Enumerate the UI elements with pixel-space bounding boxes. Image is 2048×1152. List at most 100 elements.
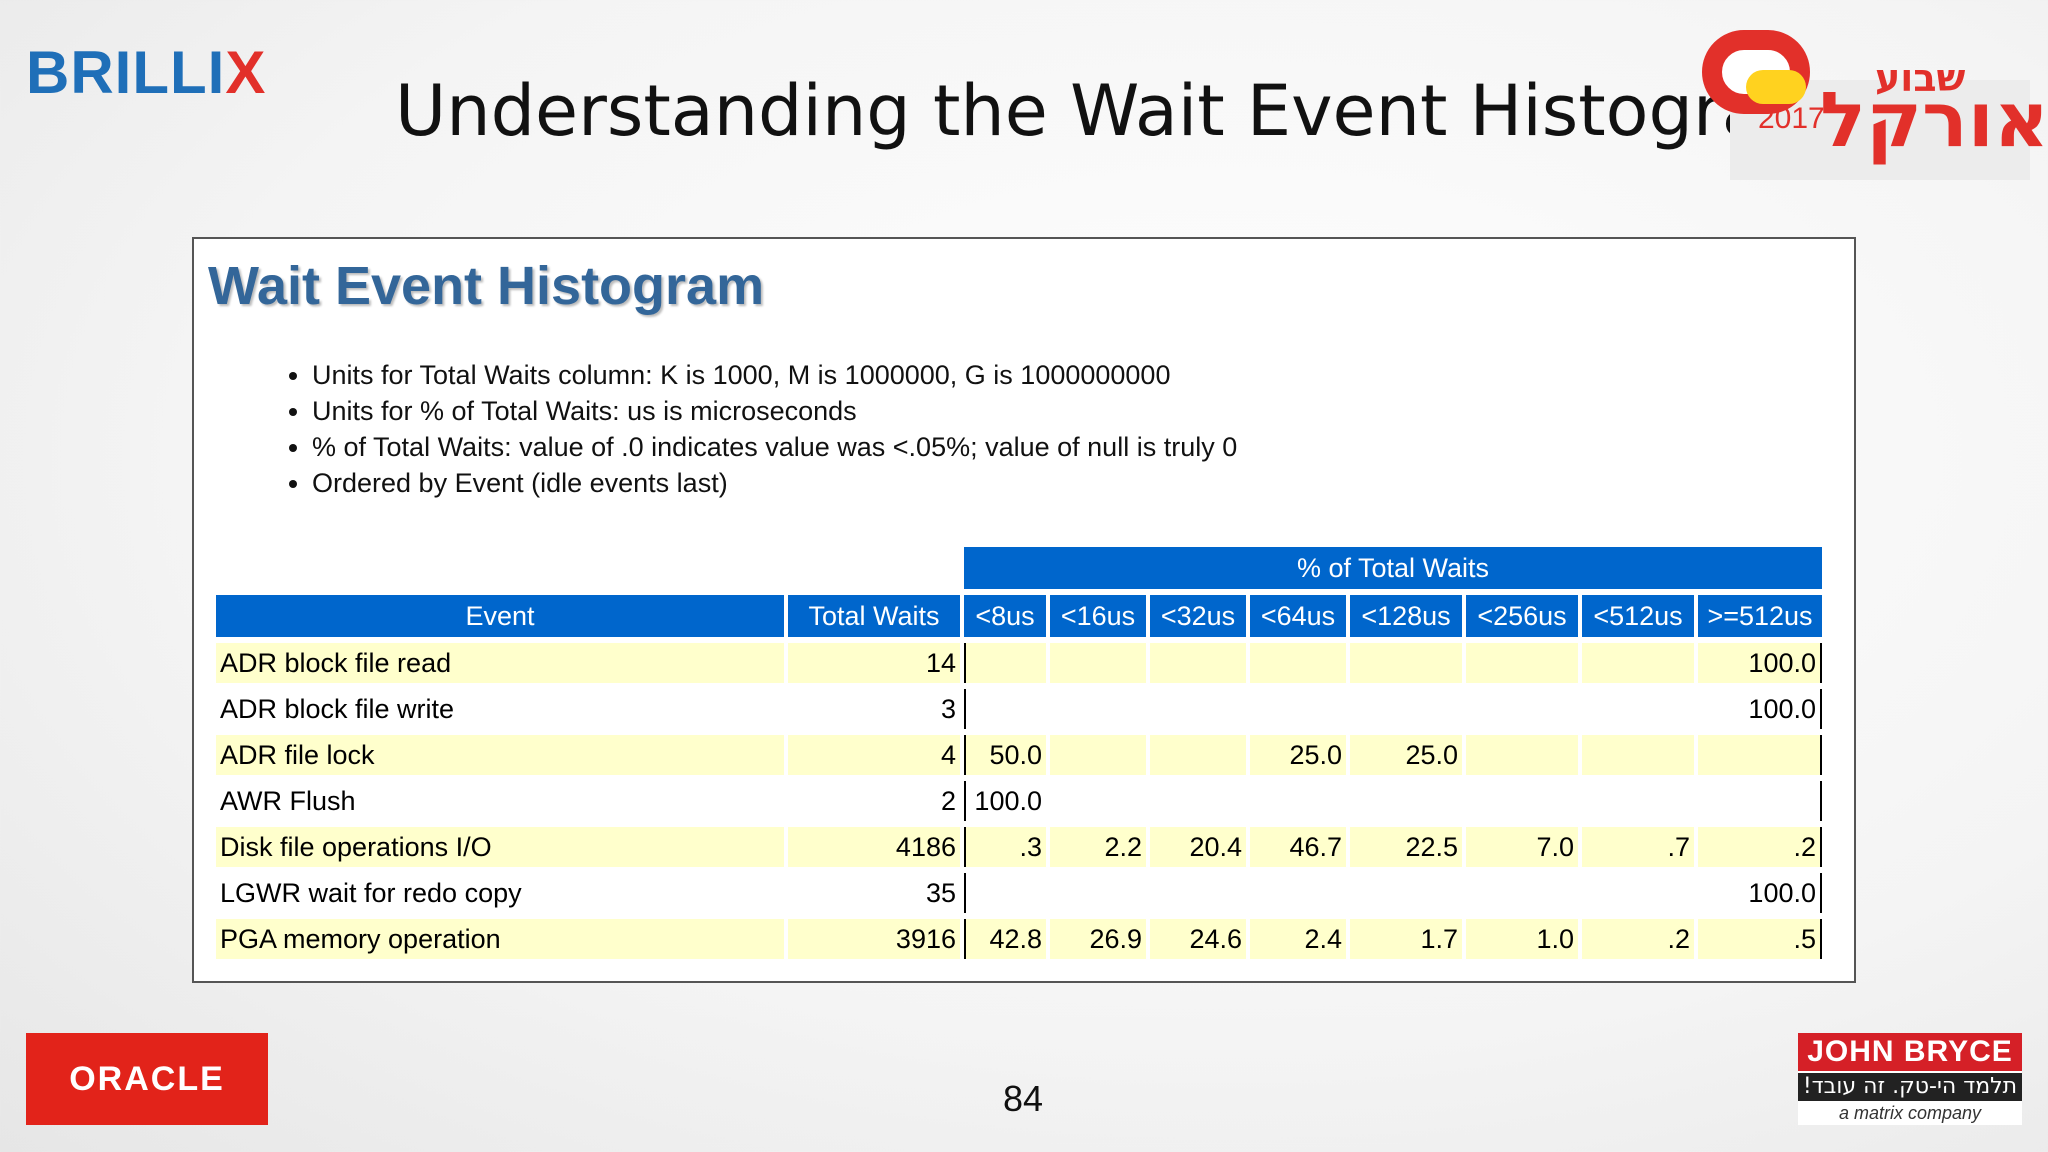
cell-total-waits: 2 bbox=[788, 781, 960, 821]
report-screenshot: Wait Event Histogram Units for Total Wai… bbox=[192, 237, 1856, 983]
table-row: PGA memory operation 3916 42.8 26.9 24.6… bbox=[216, 919, 1822, 959]
john-bryce-logo-slogan: תלמד הי-טק. זה עובד! bbox=[1798, 1073, 2022, 1101]
cell-ge512us: 100.0 bbox=[1698, 689, 1822, 729]
cell-lt128us bbox=[1350, 781, 1462, 821]
john-bryce-logo-name: JOHN BRYCE bbox=[1798, 1033, 2022, 1071]
cell-lt32us bbox=[1150, 643, 1246, 683]
cell-lt32us bbox=[1150, 689, 1246, 729]
cell-lt32us bbox=[1150, 735, 1246, 775]
group-header-spacer bbox=[216, 547, 960, 589]
table-row: Disk file operations I/O 4186 .3 2.2 20.… bbox=[216, 827, 1822, 867]
column-header-ge512us: >=512us bbox=[1698, 595, 1822, 637]
cell-lt128us: 1.7 bbox=[1350, 919, 1462, 959]
cell-lt512us: .7 bbox=[1582, 827, 1694, 867]
cell-lt64us bbox=[1250, 781, 1346, 821]
cell-lt128us: 22.5 bbox=[1350, 827, 1462, 867]
cell-lt16us bbox=[1050, 873, 1146, 913]
note-item: % of Total Waits: value of .0 indicates … bbox=[312, 429, 1237, 465]
group-header-percent-total-waits: % of Total Waits bbox=[964, 547, 1822, 589]
cell-lt16us bbox=[1050, 643, 1146, 683]
wait-event-histogram-table: % of Total Waits Event Total Waits <8us … bbox=[212, 541, 1826, 965]
brillix-logo-text: BRILLI bbox=[26, 39, 226, 106]
column-header-lt16us: <16us bbox=[1050, 595, 1146, 637]
cell-lt64us: 2.4 bbox=[1250, 919, 1346, 959]
cell-lt16us bbox=[1050, 735, 1146, 775]
cell-lt256us bbox=[1466, 873, 1578, 913]
cell-lt256us bbox=[1466, 735, 1578, 775]
cell-ge512us: 100.0 bbox=[1698, 643, 1822, 683]
cell-lt16us bbox=[1050, 689, 1146, 729]
cell-lt128us bbox=[1350, 643, 1462, 683]
cell-total-waits: 3916 bbox=[788, 919, 960, 959]
table-row: AWR Flush 2 100.0 bbox=[216, 781, 1822, 821]
cell-lt64us: 25.0 bbox=[1250, 735, 1346, 775]
cell-lt256us bbox=[1466, 643, 1578, 683]
cell-lt512us bbox=[1582, 873, 1694, 913]
john-bryce-logo-tagline: a matrix company bbox=[1838, 1103, 1982, 1123]
oracle-week-hebrew-main: אורקל bbox=[1820, 75, 2048, 164]
cell-event: LGWR wait for redo copy bbox=[216, 873, 784, 913]
report-heading: Wait Event Histogram bbox=[208, 256, 765, 316]
cell-lt256us: 7.0 bbox=[1466, 827, 1578, 867]
column-header-lt512us: <512us bbox=[1582, 595, 1694, 637]
cell-lt256us bbox=[1466, 689, 1578, 729]
note-item: Ordered by Event (idle events last) bbox=[312, 465, 1237, 501]
cell-total-waits: 4186 bbox=[788, 827, 960, 867]
cell-lt512us bbox=[1582, 781, 1694, 821]
column-header-lt128us: <128us bbox=[1350, 595, 1462, 637]
cell-lt64us: 46.7 bbox=[1250, 827, 1346, 867]
cell-ge512us: 100.0 bbox=[1698, 873, 1822, 913]
cell-lt64us bbox=[1250, 643, 1346, 683]
cell-lt256us: 1.0 bbox=[1466, 919, 1578, 959]
cell-lt128us bbox=[1350, 873, 1462, 913]
cell-lt128us bbox=[1350, 689, 1462, 729]
cell-total-waits: 4 bbox=[788, 735, 960, 775]
cell-lt512us bbox=[1582, 643, 1694, 683]
cell-event: PGA memory operation bbox=[216, 919, 784, 959]
cell-ge512us: .5 bbox=[1698, 919, 1822, 959]
table-row: LGWR wait for redo copy 35 100.0 bbox=[216, 873, 1822, 913]
john-bryce-logo: JOHN BRYCE תלמד הי-טק. זה עובד! a matrix… bbox=[1798, 1033, 2022, 1125]
cell-lt32us: 24.6 bbox=[1150, 919, 1246, 959]
cell-lt8us: 50.0 bbox=[964, 735, 1046, 775]
cell-lt64us bbox=[1250, 873, 1346, 913]
column-header-row: Event Total Waits <8us <16us <32us <64us… bbox=[216, 595, 1822, 637]
report-notes: Units for Total Waits column: K is 1000,… bbox=[284, 357, 1237, 501]
cell-lt512us bbox=[1582, 689, 1694, 729]
cell-total-waits: 14 bbox=[788, 643, 960, 683]
column-header-lt64us: <64us bbox=[1250, 595, 1346, 637]
column-header-total-waits: Total Waits bbox=[788, 595, 960, 637]
oracle-week-year: 2017 bbox=[1758, 102, 1825, 135]
column-header-event: Event bbox=[216, 595, 784, 637]
oracle-logo: ORACLE bbox=[26, 1033, 268, 1125]
cell-lt8us bbox=[964, 873, 1046, 913]
cell-lt16us: 2.2 bbox=[1050, 827, 1146, 867]
table-row: ADR block file read 14 100.0 bbox=[216, 643, 1822, 683]
cell-lt16us: 26.9 bbox=[1050, 919, 1146, 959]
cell-event: ADR file lock bbox=[216, 735, 784, 775]
cell-lt128us: 25.0 bbox=[1350, 735, 1462, 775]
brillix-logo-x: X bbox=[225, 39, 267, 106]
cell-lt512us bbox=[1582, 735, 1694, 775]
cell-event: ADR block file write bbox=[216, 689, 784, 729]
cell-lt16us bbox=[1050, 781, 1146, 821]
cell-total-waits: 3 bbox=[788, 689, 960, 729]
cell-lt8us: 42.8 bbox=[964, 919, 1046, 959]
column-header-lt256us: <256us bbox=[1466, 595, 1578, 637]
oracle-week-oval-inner bbox=[1746, 70, 1806, 104]
cell-ge512us bbox=[1698, 781, 1822, 821]
cell-lt8us: .3 bbox=[964, 827, 1046, 867]
cell-event: Disk file operations I/O bbox=[216, 827, 784, 867]
table-row: ADR file lock 4 50.0 25.0 25.0 bbox=[216, 735, 1822, 775]
cell-lt256us bbox=[1466, 781, 1578, 821]
brillix-logo: BRILLIX bbox=[26, 38, 266, 107]
cell-ge512us: .2 bbox=[1698, 827, 1822, 867]
cell-lt32us bbox=[1150, 873, 1246, 913]
cell-lt32us: 20.4 bbox=[1150, 827, 1246, 867]
page-number: 84 bbox=[1003, 1078, 1044, 1119]
column-header-lt8us: <8us bbox=[964, 595, 1046, 637]
cell-lt32us bbox=[1150, 781, 1246, 821]
cell-lt512us: .2 bbox=[1582, 919, 1694, 959]
oracle-week-logo: 2017 שבוע אורקל bbox=[1690, 20, 2048, 180]
cell-event: AWR Flush bbox=[216, 781, 784, 821]
